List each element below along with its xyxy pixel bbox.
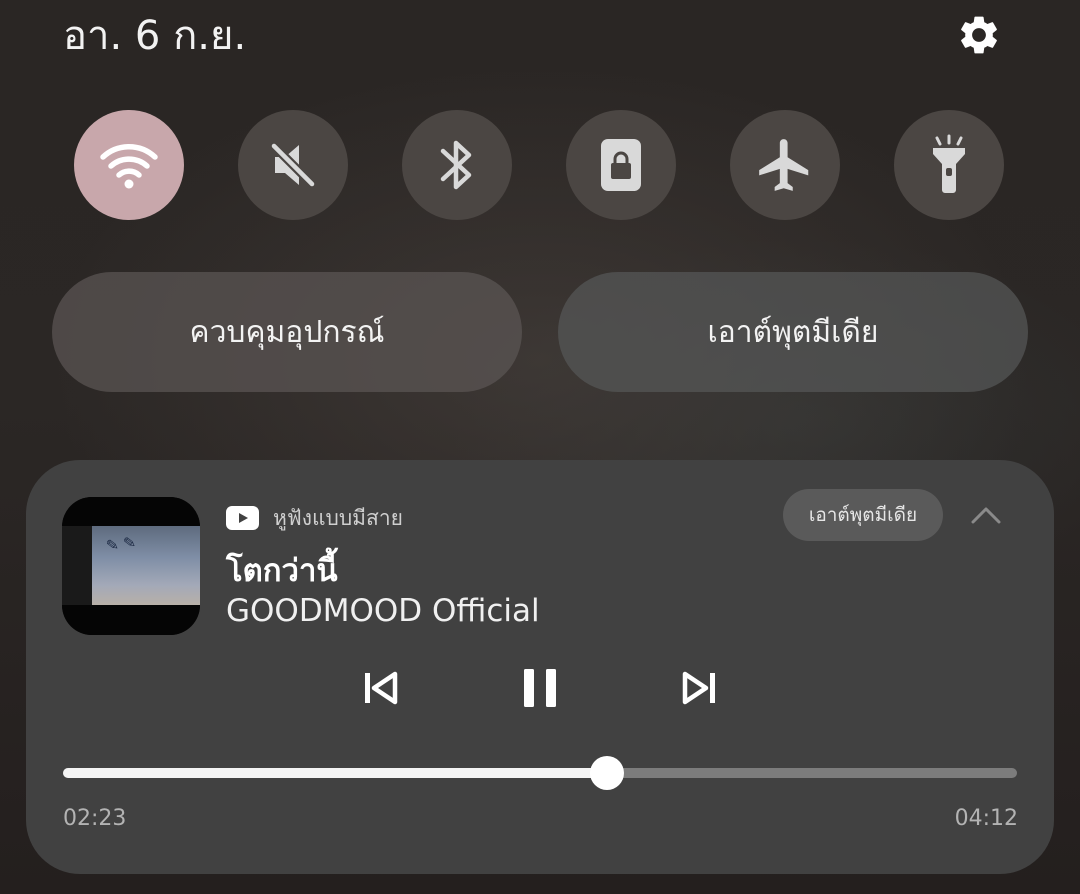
- screen-lock-icon: [601, 139, 641, 191]
- quick-settings-tiles: [0, 110, 1080, 220]
- song-title: โตกว่านี้: [226, 553, 338, 589]
- flashlight-icon: [933, 134, 965, 193]
- wifi-icon: [100, 143, 158, 189]
- mute-icon: [269, 141, 317, 189]
- media-player-card: ✎ ✎ หูฟังแบบมีสาย เอาต์พุตมีเดีย โตกว่าน…: [26, 460, 1054, 874]
- screen-lock-toggle[interactable]: [566, 110, 676, 220]
- bluetooth-icon: [440, 140, 472, 190]
- chevron-up-icon: [971, 507, 1001, 524]
- settings-button[interactable]: [950, 6, 1008, 64]
- airplane-mode-toggle[interactable]: [730, 110, 840, 220]
- seek-bar[interactable]: [63, 756, 1017, 790]
- media-output-chip[interactable]: เอาต์พุตมีเดีย: [783, 489, 943, 541]
- youtube-icon: [226, 506, 259, 530]
- skip-next-icon: [682, 671, 715, 705]
- elapsed-time: 02:23: [63, 806, 127, 831]
- next-button[interactable]: [669, 660, 729, 716]
- wifi-toggle[interactable]: [74, 110, 184, 220]
- album-art: ✎ ✎: [62, 497, 200, 635]
- seek-progress: [63, 768, 607, 778]
- seek-thumb[interactable]: [589, 756, 624, 790]
- pause-icon: [524, 669, 556, 707]
- device-control-button[interactable]: ควบคุมอุปกรณ์: [52, 272, 522, 392]
- total-duration: 04:12: [954, 806, 1018, 831]
- flashlight-toggle[interactable]: [894, 110, 1004, 220]
- media-app-name: หูฟังแบบมีสาย: [273, 505, 403, 530]
- date-label: อา. 6 ก.ย.: [63, 13, 247, 59]
- sound-toggle[interactable]: [238, 110, 348, 220]
- airplane-icon: [759, 139, 809, 191]
- media-output-button[interactable]: เอาต์พุตมีเดีย: [558, 272, 1028, 392]
- skip-previous-icon: [365, 671, 398, 705]
- bluetooth-toggle[interactable]: [402, 110, 512, 220]
- pause-button[interactable]: [510, 660, 570, 716]
- media-app-row: หูฟังแบบมีสาย: [226, 503, 403, 533]
- artist-name: GOODMOOD Official: [226, 593, 540, 629]
- previous-button[interactable]: [351, 660, 411, 716]
- collapse-button[interactable]: [966, 500, 1006, 530]
- gear-icon: [961, 16, 997, 54]
